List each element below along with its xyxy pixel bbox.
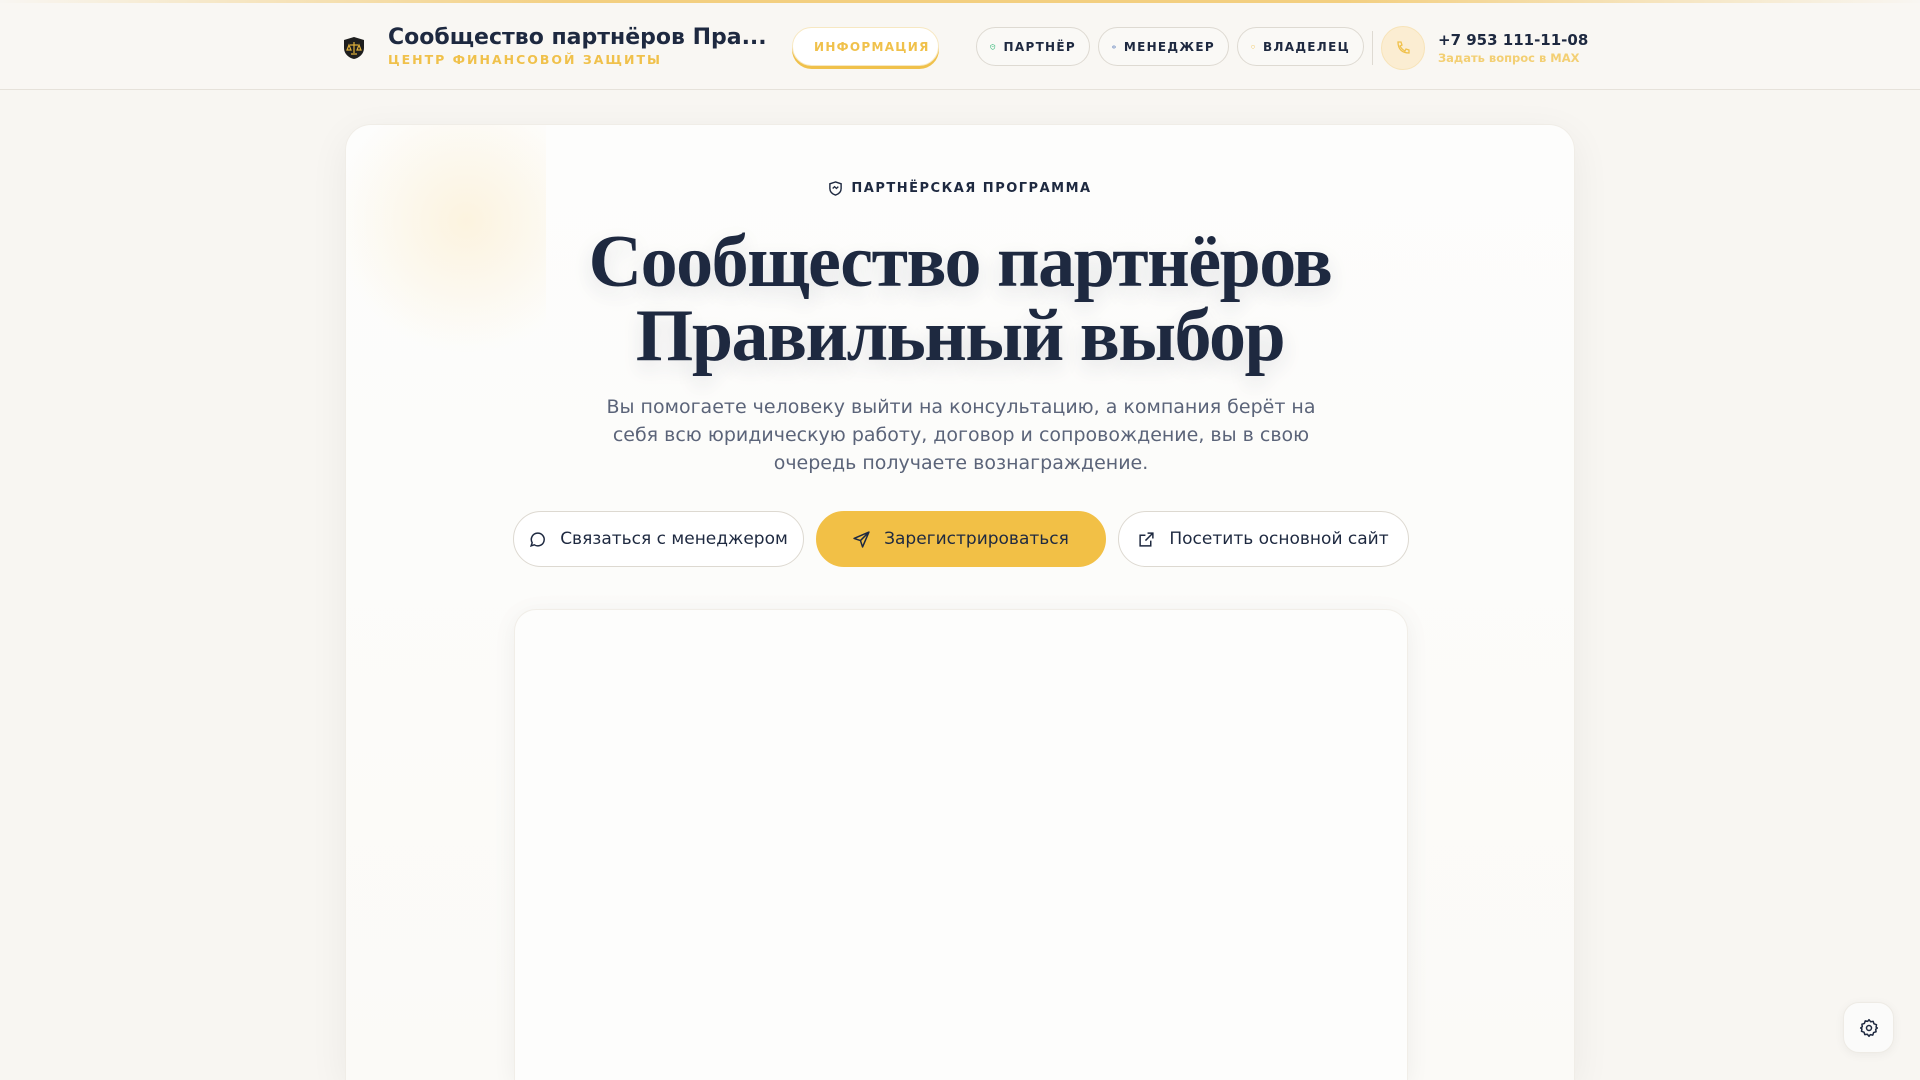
brand-title[interactable]: Сообщество партнёров Пра... bbox=[388, 25, 767, 50]
logo-shield-icon bbox=[344, 37, 364, 59]
header-divider bbox=[1372, 31, 1373, 65]
contact-manager-button[interactable]: Связаться с менеджером bbox=[513, 511, 804, 567]
brand-subtitle: ЦЕНТР ФИНАНСОВОЙ ЗАЩИТЫ bbox=[388, 52, 662, 67]
visit-main-site-button[interactable]: Посетить основной сайт bbox=[1118, 511, 1409, 567]
hero-title: Сообщество партнёров Правильный выбор bbox=[346, 225, 1574, 373]
send-icon bbox=[853, 530, 870, 548]
gear-icon bbox=[1859, 1018, 1878, 1037]
handshake-icon bbox=[990, 43, 996, 50]
nav-owner-label: ВЛАДЕЛЕЦ bbox=[1263, 39, 1350, 54]
nav-partner-button[interactable]: ПАРТНЁР bbox=[976, 27, 1090, 66]
nav-manager-button[interactable]: МЕНЕДЖЕР bbox=[1098, 27, 1229, 66]
phone-button[interactable] bbox=[1381, 26, 1425, 70]
hero-title-line2: Правильный выбор bbox=[635, 295, 1286, 377]
contact-manager-label: Связаться с менеджером bbox=[560, 529, 788, 549]
visit-main-site-label: Посетить основной сайт bbox=[1169, 529, 1389, 549]
nav-info-button[interactable]: ИНФОРМАЦИЯ bbox=[792, 27, 939, 66]
phone-number[interactable]: +7 953 111-11-08 bbox=[1438, 31, 1588, 49]
eye-icon bbox=[1112, 45, 1116, 48]
hero-description: Вы помогаете человеку выйти на консульта… bbox=[606, 396, 1316, 474]
nav-partner-label: ПАРТНЁР bbox=[1003, 39, 1076, 54]
content-panel bbox=[514, 609, 1408, 1080]
register-button[interactable]: Зарегистрироваться bbox=[816, 511, 1106, 567]
hero-title-line1: Сообщество партнёров bbox=[588, 221, 1333, 303]
section-label-text: ПАРТНЁРСКАЯ ПРОГРАММА bbox=[851, 181, 1092, 196]
hero-card: ПАРТНЁРСКАЯ ПРОГРАММА Сообщество партнёр… bbox=[345, 124, 1575, 1080]
nav-info-label: ИНФОРМАЦИЯ bbox=[814, 39, 930, 54]
phone-icon bbox=[1397, 41, 1410, 54]
handshake-shield-icon bbox=[829, 181, 843, 196]
chat-icon bbox=[530, 531, 546, 547]
settings-button[interactable] bbox=[1843, 1002, 1894, 1053]
nav-manager-label: МЕНЕДЖЕР bbox=[1123, 39, 1215, 54]
nav-owner-button[interactable]: ВЛАДЕЛЕЦ bbox=[1237, 27, 1364, 66]
header: Сообщество партнёров Пра... ЦЕНТР ФИНАНС… bbox=[0, 3, 1920, 90]
shield-icon bbox=[1251, 44, 1255, 49]
phone-subtext[interactable]: Задать вопрос в MAX bbox=[1438, 51, 1580, 65]
register-label: Зарегистрироваться bbox=[884, 529, 1069, 549]
external-link-icon bbox=[1139, 531, 1154, 547]
section-label: ПАРТНЁРСКАЯ ПРОГРАММА bbox=[346, 181, 1574, 196]
